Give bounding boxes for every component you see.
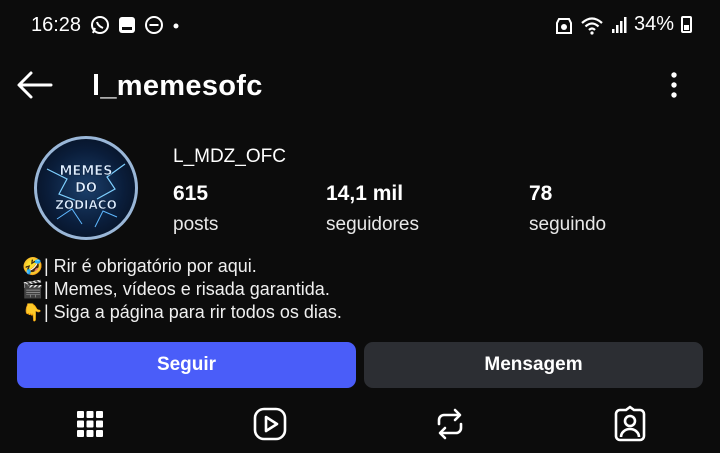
laughing-emoji-icon: 🤣 (22, 257, 44, 276)
follow-button[interactable]: Seguir (17, 342, 356, 388)
reels-icon[interactable] (250, 404, 290, 444)
clapperboard-emoji-icon: 🎬 (22, 280, 44, 299)
message-button[interactable]: Mensagem (364, 342, 703, 388)
stat-following-count: 78 (529, 182, 553, 205)
stat-posts[interactable]: 615 posts (173, 182, 218, 236)
signal-icon (611, 16, 627, 33)
alarm-icon (555, 17, 572, 34)
more-options-icon[interactable] (660, 70, 688, 100)
stat-followers[interactable]: 14,1 mil seguidores (326, 182, 419, 236)
stat-followers-count: 14,1 mil (326, 182, 404, 205)
status-notification-icons (90, 15, 181, 35)
stat-posts-label: posts (173, 214, 219, 235)
reposts-icon[interactable] (430, 404, 470, 444)
grid-icon[interactable] (70, 404, 110, 444)
profile-header: l_memesofc (0, 60, 720, 112)
profile-username: l_memesofc (92, 70, 263, 102)
battery-icon (681, 16, 692, 33)
back-arrow-icon[interactable] (16, 70, 54, 100)
storage-icon (119, 17, 135, 33)
tagged-icon[interactable] (610, 404, 650, 444)
do-not-disturb-icon (145, 16, 163, 34)
avatar-artwork: MEMES DO ZODIACO (46, 163, 126, 228)
pointing-down-emoji-icon: 👇 (22, 303, 44, 322)
stat-following[interactable]: 78 seguindo (529, 182, 606, 236)
stat-posts-count: 615 (173, 182, 209, 205)
battery-percent: 34% (633, 13, 674, 35)
status-time: 16:28 (31, 14, 82, 36)
bio-line: 👇 | Siga a página para rir todos os dias… (22, 301, 342, 324)
profile-content-tabs (0, 400, 720, 450)
profile-avatar[interactable]: MEMES DO ZODIACO (34, 136, 138, 240)
profile-bio: 🤣 | Rir é obrigatório por aqui. 🎬 | Meme… (22, 255, 342, 324)
bio-line: 🎬 | Memes, vídeos e risada garantida. (22, 278, 342, 301)
bio-line-text: | Memes, vídeos e risada garantida. (44, 279, 330, 299)
more-notifications-dot-icon (173, 23, 179, 29)
avatar-text-mid: DO (75, 181, 97, 196)
wifi-icon (581, 16, 603, 35)
avatar-text-top: MEMES (60, 164, 113, 179)
stat-following-label: seguindo (529, 214, 607, 235)
profile-display-name: L_MDZ_OFC (173, 146, 286, 167)
bio-line: 🤣 | Rir é obrigatório por aqui. (22, 255, 342, 278)
bio-line-text: | Siga a página para rir todos os dias. (44, 302, 342, 322)
status-bar: 16:28 34% (0, 0, 720, 52)
stat-followers-label: seguidores (326, 214, 419, 235)
bio-line-text: | Rir é obrigatório por aqui. (44, 256, 257, 276)
whatsapp-icon (91, 16, 109, 34)
status-system-icons: 34% (555, 13, 692, 36)
avatar-text-bottom: ZODIACO (55, 198, 117, 212)
